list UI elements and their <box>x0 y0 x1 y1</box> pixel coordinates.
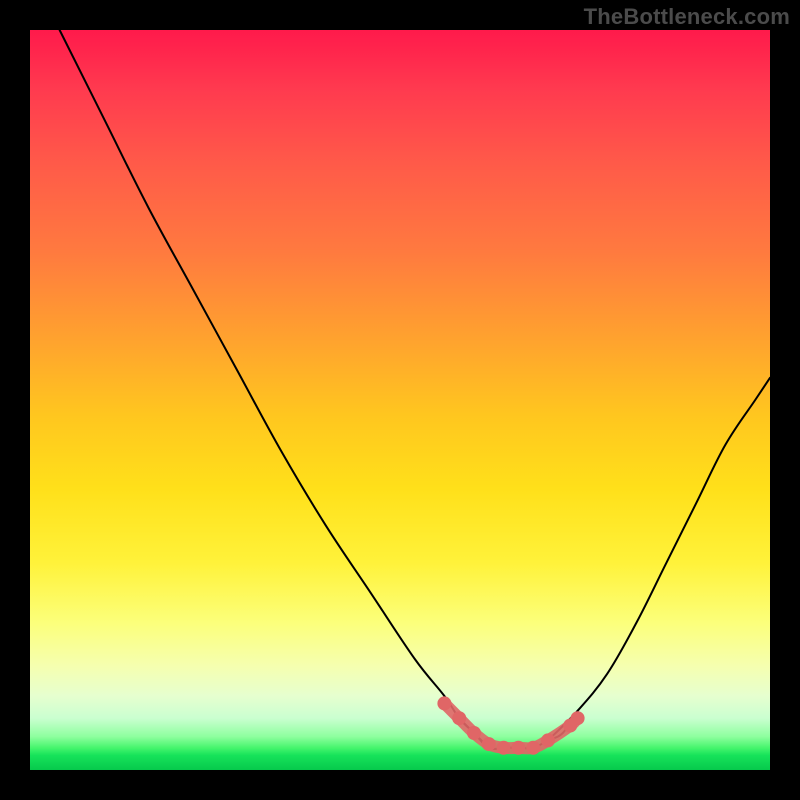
plot-area <box>30 30 770 770</box>
valley-marker <box>452 711 466 725</box>
curve-right-branch <box>548 378 770 741</box>
valley-marker <box>482 737 496 751</box>
valley-marker <box>571 711 585 725</box>
watermark-text: TheBottleneck.com <box>584 4 790 30</box>
curve-left-branch <box>60 30 489 748</box>
valley-marker <box>497 741 511 755</box>
valley-marker <box>526 741 540 755</box>
valley-underline <box>444 703 577 748</box>
curve-layer <box>30 30 770 770</box>
valley-marker <box>437 696 451 710</box>
valley-marker <box>541 733 555 747</box>
chart-frame: TheBottleneck.com <box>0 0 800 800</box>
valley-markers <box>437 696 584 754</box>
valley-marker <box>511 741 525 755</box>
bottleneck-curve <box>60 30 770 749</box>
valley-marker <box>467 726 481 740</box>
